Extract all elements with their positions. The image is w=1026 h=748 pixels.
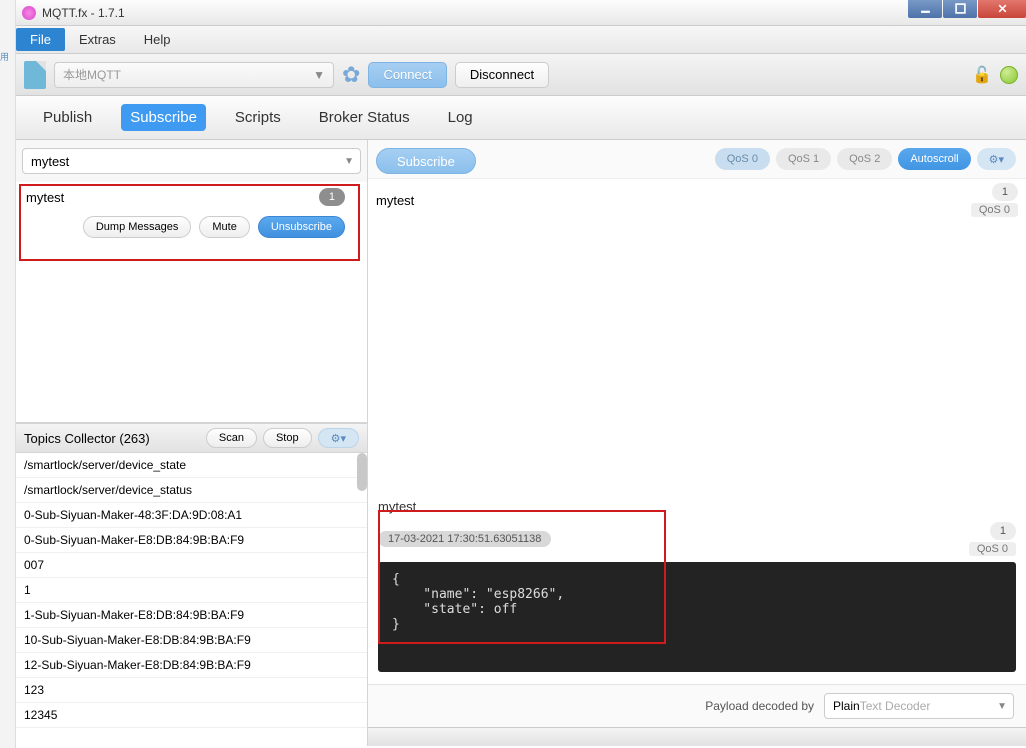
- app-icon: [22, 6, 36, 20]
- qos-2-chip[interactable]: QoS 2: [837, 148, 892, 170]
- stop-button[interactable]: Stop: [263, 428, 312, 448]
- maximize-button[interactable]: [943, 0, 977, 18]
- message-list[interactable]: [368, 221, 1026, 491]
- main-tabs: Publish Subscribe Scripts Broker Status …: [16, 96, 1026, 140]
- scrollbar-thumb[interactable]: [357, 453, 367, 491]
- collector-title: Topics Collector (263): [24, 431, 150, 446]
- decoder-prefix: Plain: [833, 699, 860, 713]
- window-controls: [907, 0, 1026, 18]
- collector-item[interactable]: /smartlock/server/device_status: [16, 478, 367, 503]
- scan-button[interactable]: Scan: [206, 428, 257, 448]
- collector-item[interactable]: 1-Sub-Siyuan-Maker-E8:DB:84:9B:BA:F9: [16, 603, 367, 628]
- connect-button[interactable]: Connect: [368, 62, 446, 88]
- mute-button[interactable]: Mute: [199, 216, 249, 238]
- view-settings-button[interactable]: ⚙▾: [977, 148, 1016, 170]
- qos-0-chip[interactable]: QoS 0: [715, 148, 770, 170]
- tab-publish[interactable]: Publish: [34, 104, 101, 131]
- collector-item[interactable]: /smartlock/server/device_state: [16, 453, 367, 478]
- external-sidebar: 用: [0, 0, 16, 748]
- tab-subscribe[interactable]: Subscribe: [121, 104, 206, 131]
- menu-extras[interactable]: Extras: [65, 28, 130, 51]
- subscribe-button[interactable]: Subscribe: [376, 148, 476, 174]
- collector-item[interactable]: 1: [16, 578, 367, 603]
- subscription-topic: mytest: [26, 190, 64, 205]
- unsubscribe-button[interactable]: Unsubscribe: [258, 216, 345, 238]
- menu-file[interactable]: File: [16, 28, 65, 51]
- collector-item[interactable]: 007: [16, 553, 367, 578]
- header-count-badge: 1: [992, 183, 1018, 201]
- collector-item[interactable]: 12-Sub-Siyuan-Maker-E8:DB:84:9B:BA:F9: [16, 653, 367, 678]
- menubar: File Extras Help: [16, 26, 1026, 54]
- qos-1-chip[interactable]: QoS 1: [776, 148, 831, 170]
- tab-log[interactable]: Log: [439, 104, 482, 131]
- message-count-badge: 1: [319, 188, 345, 206]
- chevron-down-icon: ▼: [313, 68, 325, 82]
- profile-select[interactable]: 本地MQTT ▼: [54, 62, 334, 88]
- lock-open-icon: 🔓: [972, 65, 992, 85]
- detail-topic: mytest: [368, 491, 1026, 522]
- titlebar: MQTT.fx - 1.7.1: [16, 0, 1026, 26]
- topic-value: mytest: [31, 154, 69, 169]
- payload-viewer[interactable]: { "name": "esp8266", "state": off }: [378, 562, 1016, 672]
- decoder-select[interactable]: Plain Text Decoder ▼: [824, 693, 1014, 719]
- connection-bar: 本地MQTT ▼ ✿ Connect Disconnect 🔓: [16, 54, 1026, 96]
- chevron-down-icon: ▼: [344, 156, 354, 167]
- minimize-button[interactable]: [908, 0, 942, 18]
- ext-tab: 用: [0, 50, 15, 63]
- close-button[interactable]: [978, 0, 1026, 18]
- subscriptions-panel: mytest ▼ mytest 1 Dump Messages Mute Uns…: [16, 140, 368, 746]
- message-list-header: mytest 1 QoS 0: [368, 179, 1026, 221]
- profile-name: 本地MQTT: [63, 66, 121, 83]
- header-qos-tag: QoS 0: [971, 203, 1018, 217]
- timestamp-chip: 17-03-2021 17:30:51.63051138: [378, 531, 551, 547]
- decoder-footer: Payload decoded by Plain Text Decoder ▼: [368, 684, 1026, 727]
- connection-status-indicator: [1000, 66, 1018, 84]
- settings-icon[interactable]: ✿: [342, 62, 360, 88]
- collector-item[interactable]: 12345: [16, 703, 367, 728]
- collector-item[interactable]: 123: [16, 678, 367, 703]
- subscription-list: mytest 1 Dump Messages Mute Unsubscribe: [16, 182, 367, 423]
- collector-item[interactable]: 10-Sub-Siyuan-Maker-E8:DB:84:9B:BA:F9: [16, 628, 367, 653]
- dump-messages-button[interactable]: Dump Messages: [83, 216, 192, 238]
- autoscroll-button[interactable]: Autoscroll: [898, 148, 970, 170]
- disconnect-button[interactable]: Disconnect: [455, 62, 549, 88]
- messages-panel: Subscribe QoS 0 QoS 1 QoS 2 Autoscroll ⚙…: [368, 140, 1026, 746]
- collector-settings-button[interactable]: ⚙▾: [318, 428, 359, 448]
- file-icon[interactable]: [24, 61, 46, 89]
- tab-broker-status[interactable]: Broker Status: [310, 104, 419, 131]
- status-bar: [368, 727, 1026, 746]
- topics-collector-header: Topics Collector (263) Scan Stop ⚙▾: [16, 423, 367, 453]
- decoder-suffix: Text Decoder: [860, 699, 931, 713]
- chevron-down-icon: ▼: [997, 701, 1007, 712]
- decoder-label: Payload decoded by: [705, 699, 814, 713]
- collector-item[interactable]: 0-Sub-Siyuan-Maker-48:3F:DA:9D:08:A1: [16, 503, 367, 528]
- topic-input[interactable]: mytest ▼: [22, 148, 361, 174]
- detail-count-badge: 1: [990, 522, 1016, 540]
- window-title: MQTT.fx - 1.7.1: [42, 6, 125, 20]
- collector-item[interactable]: 0-Sub-Siyuan-Maker-E8:DB:84:9B:BA:F9: [16, 528, 367, 553]
- menu-help[interactable]: Help: [130, 28, 185, 51]
- detail-qos-tag: QoS 0: [969, 542, 1016, 556]
- header-topic: mytest: [376, 193, 414, 208]
- tab-scripts[interactable]: Scripts: [226, 104, 290, 131]
- topics-collector-list[interactable]: /smartlock/server/device_state/smartlock…: [16, 453, 367, 746]
